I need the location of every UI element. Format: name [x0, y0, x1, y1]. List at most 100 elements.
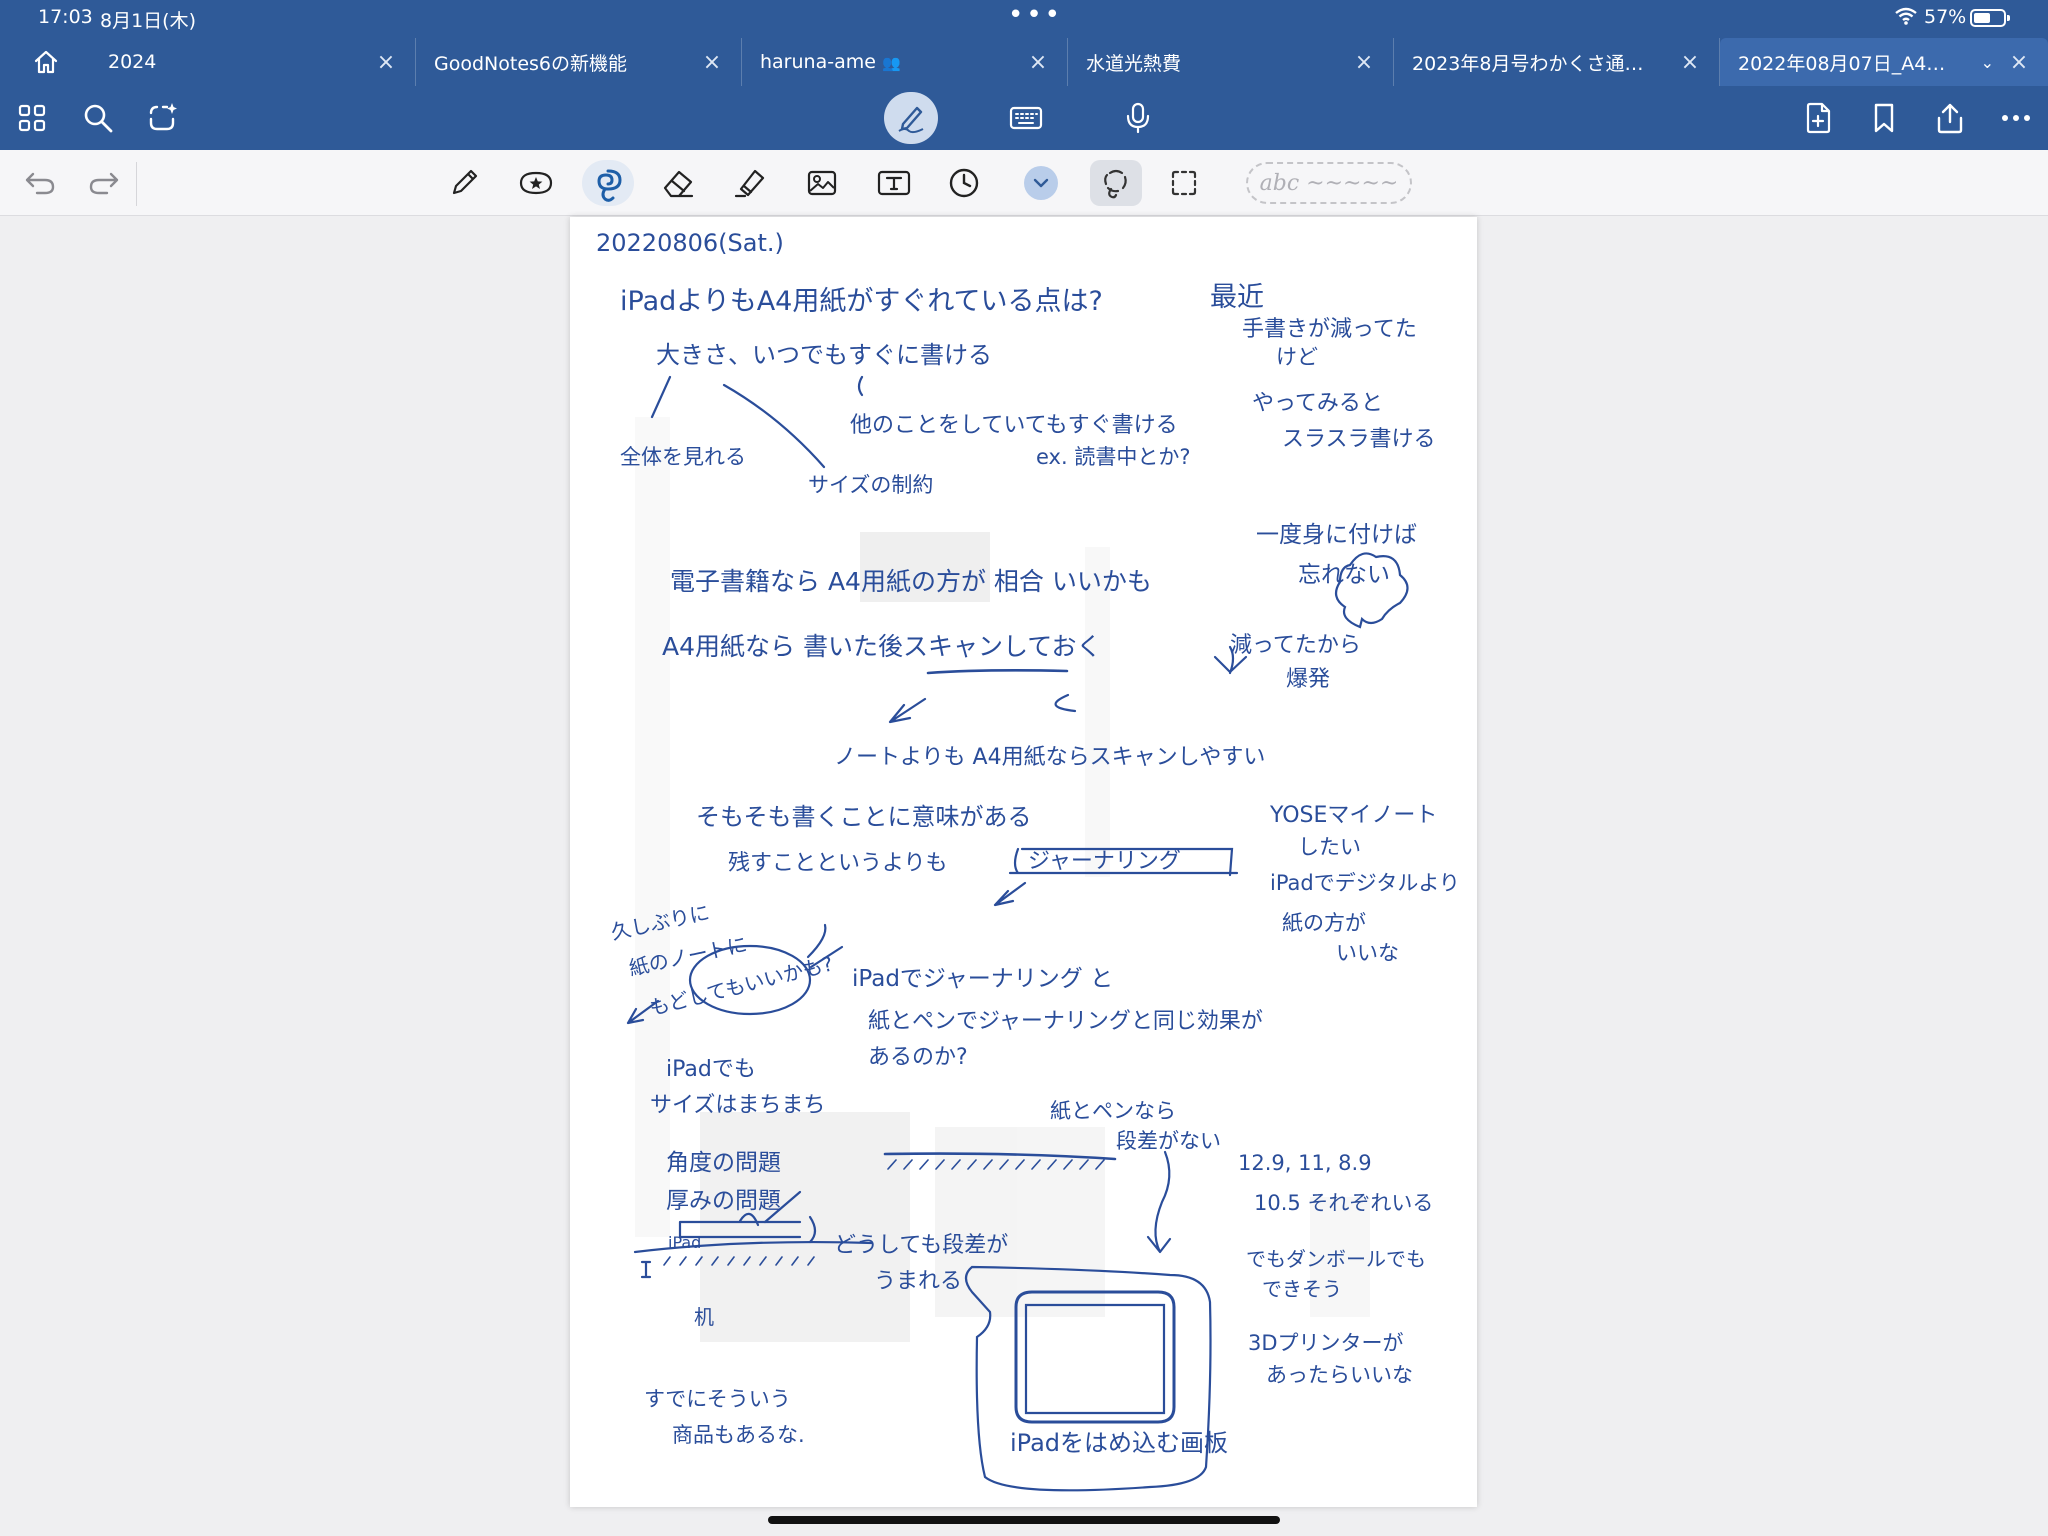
- sparkle-lasso-icon: [149, 103, 177, 131]
- pen-tool[interactable]: [440, 160, 488, 206]
- image-icon: [807, 170, 837, 196]
- recent-tool[interactable]: [940, 160, 988, 206]
- lasso-spiral-icon: [597, 169, 622, 202]
- clock-icon: [949, 168, 979, 198]
- add-page-icon: [1806, 102, 1831, 134]
- note-line: 段差がない: [1116, 1129, 1221, 1153]
- tab-haruna-ame[interactable]: haruna-ame 👥 ×: [742, 38, 1068, 86]
- note-line: 全体を見れる: [620, 445, 746, 469]
- note-line: iPad: [668, 1233, 702, 1252]
- note-line: ノートよりも A4用紙ならスキャンしやすい: [834, 745, 1266, 770]
- undo-button[interactable]: [16, 160, 64, 206]
- tab-close-icon[interactable]: ×: [695, 50, 729, 75]
- highlighter-tool[interactable]: [726, 160, 774, 206]
- rectangle-selection-icon: [1171, 170, 1197, 196]
- note-line: A4用紙なら 書いた後スキャンしておく: [662, 632, 1102, 661]
- note-line: 10.5 それぞれいる: [1254, 1191, 1434, 1215]
- note-line: いいな: [1336, 941, 1399, 965]
- tab-close-icon[interactable]: ×: [1673, 50, 1707, 75]
- note-line: YOSEマイノート: [1270, 803, 1438, 828]
- battery-percent: 57%: [1924, 6, 1967, 28]
- note-line: 紙とペンでジャーナリングと同じ効果が: [868, 1009, 1263, 1034]
- search-button[interactable]: [80, 100, 116, 136]
- wifi-icon: [1895, 7, 1917, 25]
- note-line: すでにそういう: [644, 1387, 791, 1411]
- tool-bar: abc ~~~~~: [0, 150, 2048, 216]
- more-tools-dropdown[interactable]: [1024, 166, 1058, 200]
- sticker-tool[interactable]: [512, 160, 560, 206]
- navigation-bar: [0, 86, 2048, 150]
- note-line: iPadでジャーナリング と: [852, 966, 1114, 992]
- voice-record-button[interactable]: [1120, 100, 1156, 136]
- note-line: iPadでも: [666, 1057, 756, 1082]
- note-line: スラスラ書ける: [1282, 427, 1436, 452]
- ai-assist-button[interactable]: [144, 100, 180, 136]
- note-line: 机: [694, 1305, 714, 1329]
- note-line: 爆発: [1286, 667, 1331, 692]
- text-box-icon: [877, 170, 911, 196]
- tab-close-icon[interactable]: ×: [369, 50, 403, 75]
- note-line: 忘れない: [1298, 562, 1390, 588]
- keyboard-mode-button[interactable]: [1006, 100, 1046, 136]
- tab-wakakusa-newsletter[interactable]: 2023年8月号わかくさ通… ×: [1394, 38, 1720, 86]
- bookmark-button[interactable]: [1866, 100, 1902, 136]
- thumbnails-button[interactable]: [14, 100, 50, 136]
- battery-icon: [1970, 9, 2010, 27]
- rectangle-select-tool[interactable]: [1160, 160, 1208, 206]
- redo-button[interactable]: [80, 160, 128, 206]
- share-button[interactable]: [1932, 100, 1968, 136]
- note-page[interactable]: 20220806(Sat.) iPadよりもA4用紙がすぐれている点は? 大きさ…: [570, 217, 1477, 1507]
- status-date: 8月1日(木): [100, 10, 197, 32]
- multitasking-dots-icon[interactable]: •••: [1008, 0, 1063, 30]
- note-line: 一度身に付けば: [1256, 522, 1417, 548]
- note-line: したい: [1298, 835, 1361, 859]
- tab-utilities[interactable]: 水道光熱費 ×: [1068, 38, 1394, 86]
- note-line: 角度の問題: [666, 1150, 781, 1176]
- tab-close-icon[interactable]: ×: [2002, 50, 2036, 75]
- freeform-lasso-tool[interactable]: [1090, 160, 1142, 206]
- note-line: どうしても段差が: [834, 1233, 1009, 1258]
- note-line: iPadでデジタルより: [1270, 871, 1460, 895]
- tab-title-text: haruna-ame: [760, 51, 876, 73]
- eraser-tool[interactable]: [654, 160, 702, 206]
- note-date: 20220806(Sat.): [596, 229, 784, 257]
- tab-current-note[interactable]: 2022年08月07日_A4… ⌄ ×: [1720, 38, 2048, 86]
- home-button[interactable]: [20, 44, 72, 80]
- tab-title: 2024: [108, 51, 157, 73]
- add-page-button[interactable]: [1800, 100, 1836, 136]
- document-tabs: 2024 × GoodNotes6の新機能 × haruna-ame 👥 × 水…: [0, 38, 2048, 86]
- tab-title: 水道光熱費: [1086, 52, 1182, 75]
- goodnotes-app: 17:03 8月1日(木) ••• 57% 2024 × GoodNotes6の…: [0, 0, 2048, 1536]
- bookmark-icon: [1874, 103, 1894, 133]
- home-indicator[interactable]: [768, 1516, 1280, 1524]
- chevron-down-icon[interactable]: ⌄: [1981, 53, 1994, 72]
- tab-2024[interactable]: 2024 ×: [90, 38, 416, 86]
- tab-goodnotes6[interactable]: GoodNotes6の新機能 ×: [416, 38, 742, 86]
- image-tool[interactable]: [798, 160, 846, 206]
- pen-icon: [452, 169, 478, 195]
- note-line: 厚みの問題: [666, 1188, 781, 1214]
- note-line: 他のことをしていてもすぐ書ける: [850, 413, 1178, 438]
- more-options-button[interactable]: [1998, 100, 2034, 136]
- microphone-icon: [1126, 102, 1150, 134]
- share-icon: [1937, 103, 1963, 134]
- tab-close-icon[interactable]: ×: [1347, 50, 1381, 75]
- grid-icon: [18, 104, 46, 132]
- note-line: でもダンボールでも: [1246, 1247, 1426, 1271]
- chevron-down-icon: [1033, 178, 1049, 188]
- note-line: やってみると: [1252, 391, 1383, 416]
- spiral-lasso-tool[interactable]: [582, 160, 634, 206]
- note-line: iPadをはめ込む画板: [1010, 1429, 1229, 1457]
- text-tool[interactable]: [870, 160, 918, 206]
- tab-title: 2023年8月号わかくさ通…: [1412, 52, 1644, 75]
- handwriting-to-text-placeholder[interactable]: abc ~~~~~: [1246, 162, 1412, 204]
- jarnaling-boxed-label: ジャーナリング: [1028, 849, 1181, 874]
- tab-close-icon[interactable]: ×: [1021, 50, 1055, 75]
- sticker-star-icon: [519, 171, 553, 195]
- note-line: サイズはまちまち: [650, 1093, 826, 1118]
- note-line: できそう: [1262, 1277, 1342, 1301]
- note-line: あるのか?: [868, 1045, 968, 1070]
- pen-mode-button[interactable]: [884, 92, 938, 144]
- note-line: 手書きが減ってた: [1242, 317, 1417, 342]
- note-line: うまれる: [874, 1269, 963, 1294]
